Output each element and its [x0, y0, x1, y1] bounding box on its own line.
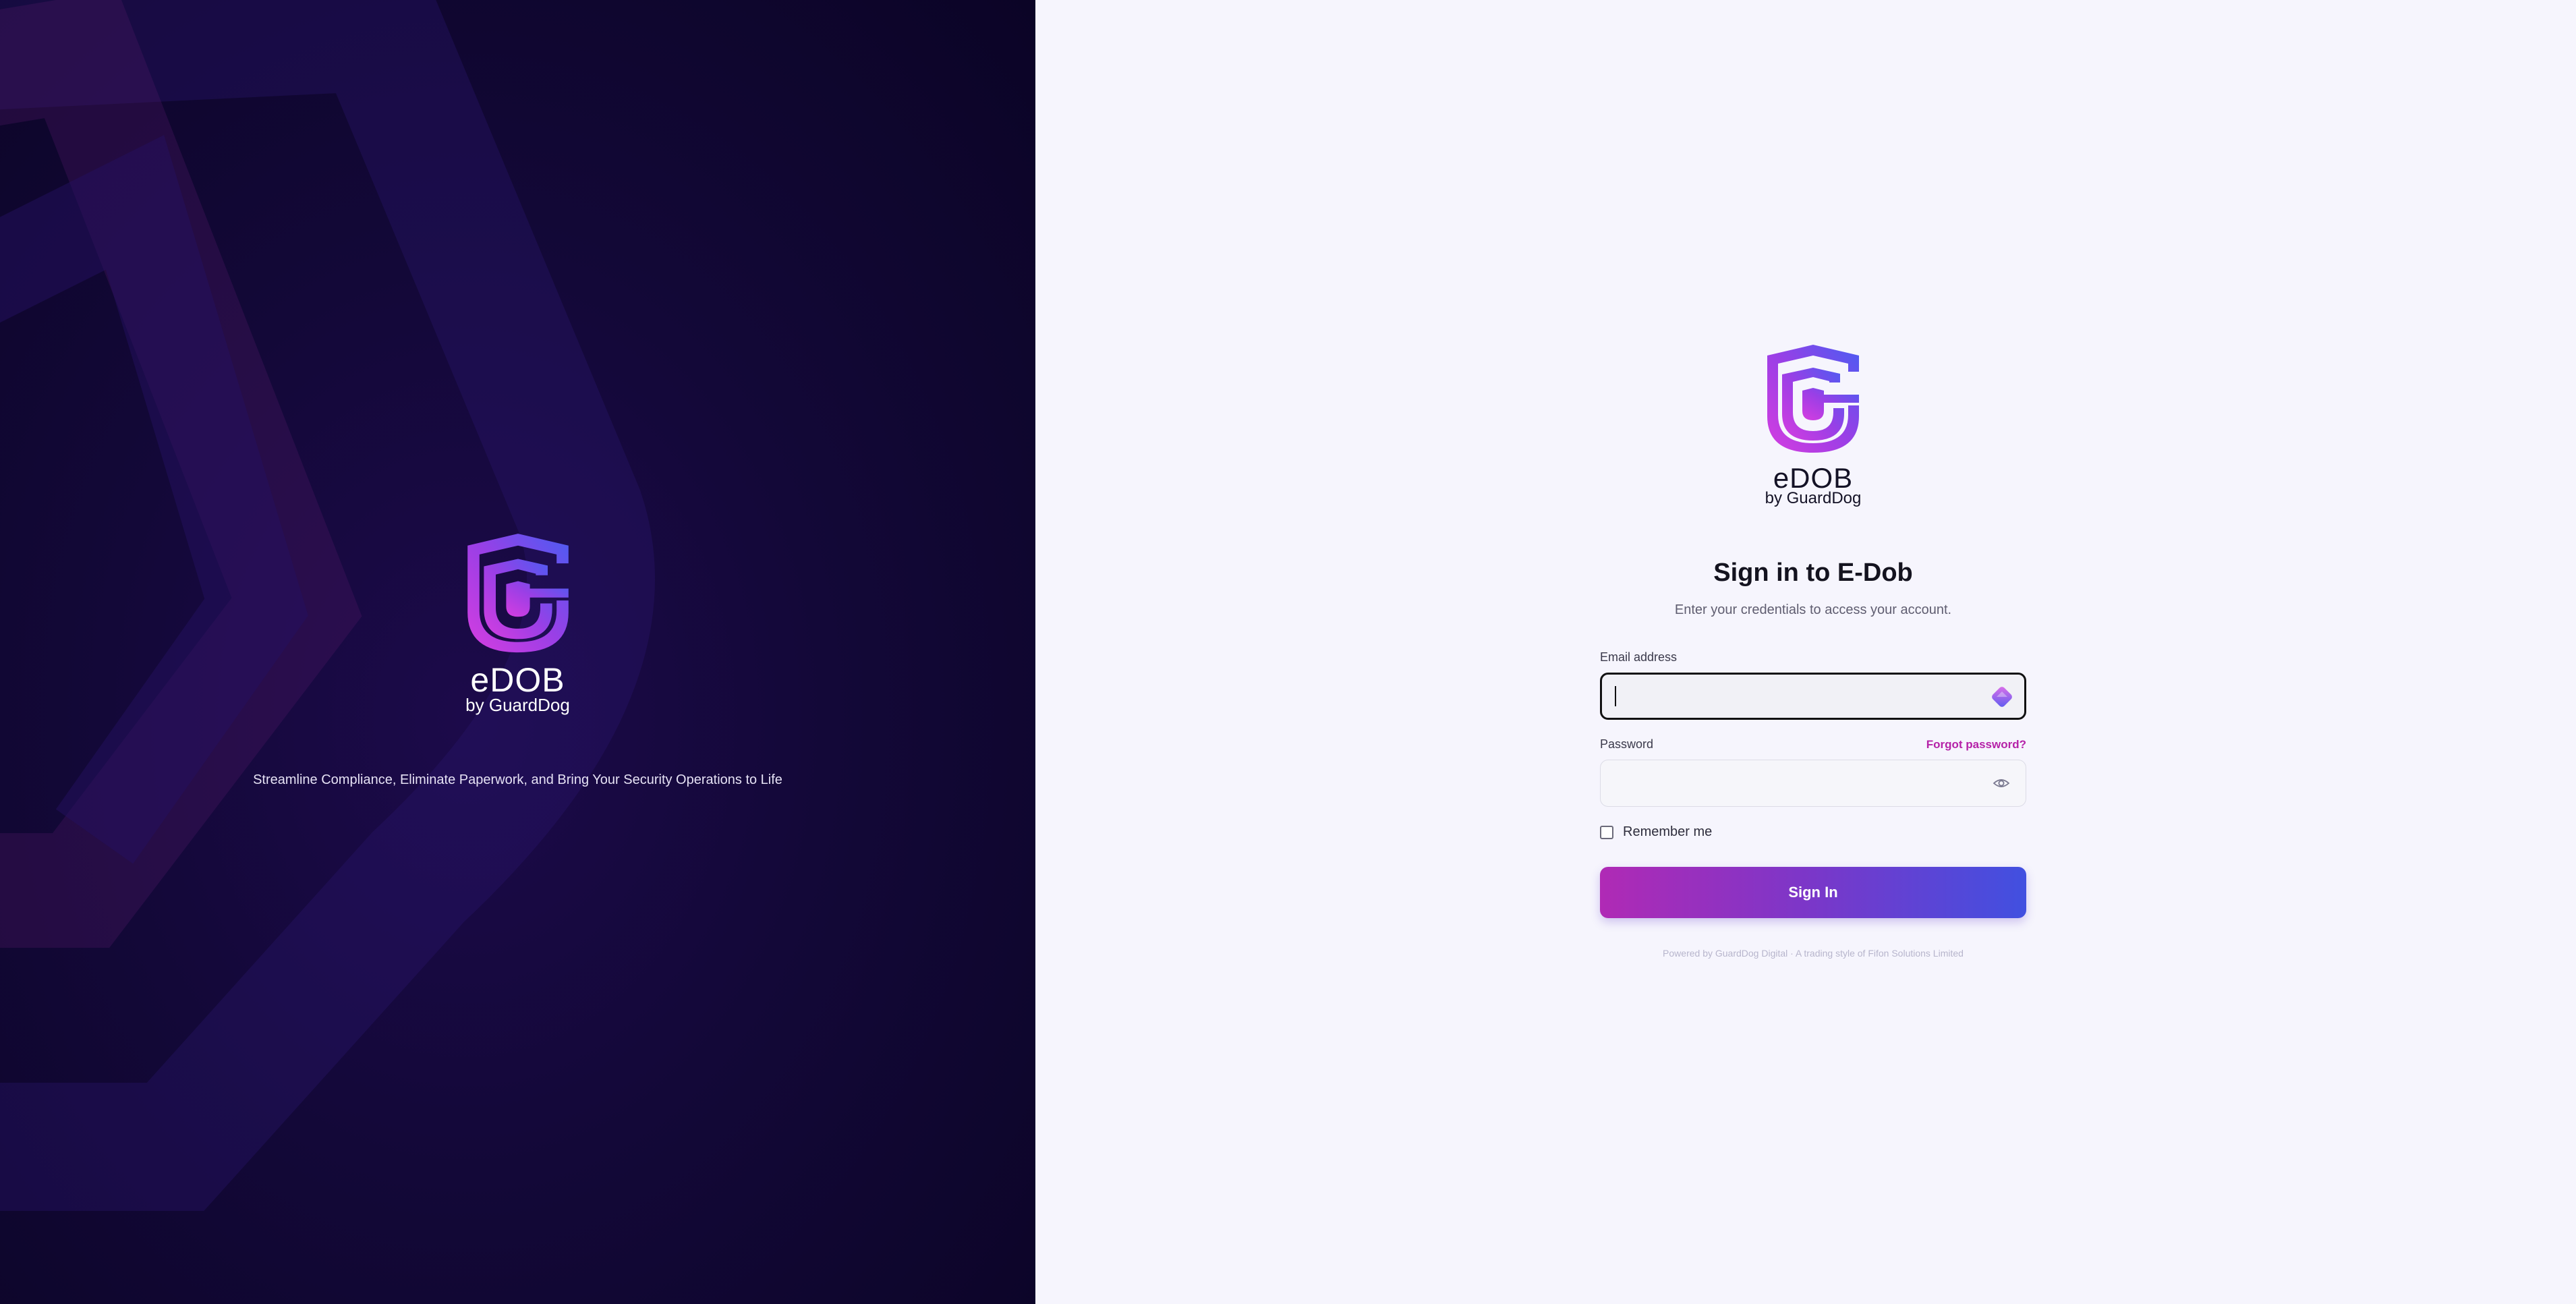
eye-icon[interactable]: [1993, 776, 2010, 790]
sign-in-button[interactable]: Sign In: [1600, 867, 2026, 918]
login-byline: by GuardDog: [1765, 489, 1862, 507]
forgot-password-link[interactable]: Forgot password?: [1926, 738, 2026, 752]
login-logo: eDOB by GuardDog: [1600, 341, 2026, 507]
login-wordmark: eDOB: [1773, 462, 1854, 494]
email-field[interactable]: [1600, 673, 2026, 720]
brand-byline: by GuardDog: [465, 695, 570, 715]
email-label: Email address: [1600, 650, 1678, 664]
brand-tagline: Streamline Compliance, Eliminate Paperwo…: [253, 772, 782, 787]
login-form: eDOB by GuardDog Sign in to E-Dob Enter …: [1600, 341, 2026, 959]
page-subtitle: Enter your credentials to access your ac…: [1674, 602, 1952, 617]
password-manager-icon[interactable]: [1990, 685, 2014, 709]
footer-note: Powered by GuardDog Digital · A trading …: [1663, 948, 1964, 959]
remember-me-checkbox[interactable]: [1600, 825, 1613, 839]
password-label: Password: [1600, 737, 1654, 751]
text-caret: [1615, 686, 1616, 706]
page-title: Sign in to E-Dob: [1713, 559, 1913, 587]
shield-logo-icon: [1759, 341, 1867, 455]
password-field[interactable]: [1600, 760, 2026, 807]
brand-wordmark: eDOB: [470, 661, 565, 699]
remember-me-label[interactable]: Remember me: [1623, 824, 1712, 840]
shield-logo-icon: [459, 529, 577, 656]
brand-panel: eDOB by GuardDog Streamline Compliance, …: [0, 0, 1035, 1304]
login-panel: eDOB by GuardDog Sign in to E-Dob Enter …: [1035, 0, 2576, 1304]
